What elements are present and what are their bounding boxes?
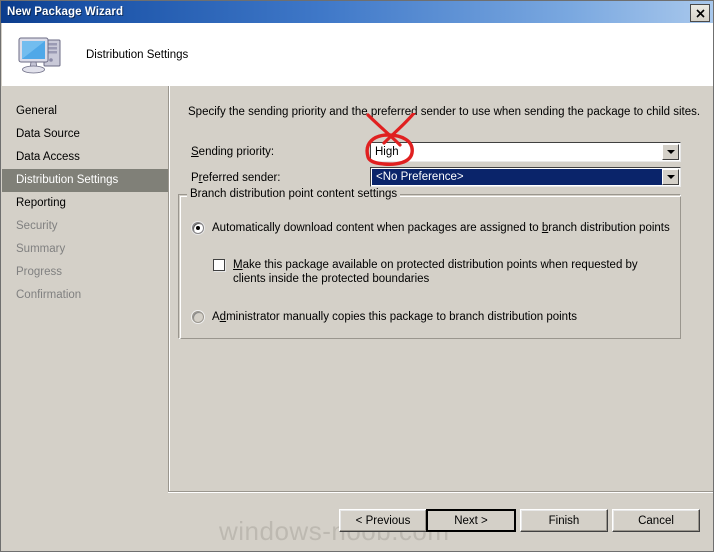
sending-priority-dropdown[interactable]: High xyxy=(370,142,681,162)
opt-protected-accel: M xyxy=(233,259,243,271)
radio-auto-download[interactable] xyxy=(192,222,204,234)
opt-manual-post: ministrator manually copies this package… xyxy=(226,311,578,323)
next-button[interactable]: Next > xyxy=(426,509,516,532)
title-bar: New Package Wizard xyxy=(1,1,713,23)
main-panel: Specify the sending priority and the pre… xyxy=(171,86,713,489)
sending-priority-label-rest: ending priority: xyxy=(198,146,275,158)
checkbox-protected-dp[interactable] xyxy=(213,259,225,271)
previous-button[interactable]: < Previous xyxy=(339,509,427,532)
wizard-footer: < Previous Next > Finish Cancel xyxy=(168,493,713,551)
chevron-down-glyph xyxy=(666,150,675,154)
option-auto-download[interactable]: Automatically download content when pack… xyxy=(192,221,670,235)
preferred-sender-dropdown[interactable]: <No Preference> xyxy=(370,167,681,187)
wizard-sidebar: General Data Source Data Access Distribu… xyxy=(2,86,168,551)
opt-auto-post: ranch distribution points xyxy=(548,222,670,234)
branch-distribution-groupbox: Branch distribution point content settin… xyxy=(178,188,681,339)
sending-priority-accel: S xyxy=(191,146,199,158)
option-auto-download-label: Automatically download content when pack… xyxy=(212,221,670,235)
preferred-sender-label-pre: P xyxy=(191,172,199,184)
option-manual-copy[interactable]: Administrator manually copies this packa… xyxy=(192,310,577,324)
preferred-sender-value: <No Preference> xyxy=(372,169,662,185)
opt-manual-pre: A xyxy=(212,311,220,323)
finish-button[interactable]: Finish xyxy=(520,509,608,532)
chevron-down-icon[interactable] xyxy=(662,169,679,185)
chevron-down-icon[interactable] xyxy=(662,144,679,160)
sidebar-item-progress: Progress xyxy=(16,266,63,278)
sidebar-steps-list: General Data Source Data Access Distribu… xyxy=(2,86,168,307)
sending-priority-value: High xyxy=(375,146,399,158)
preferred-sender-label-rest: eferred sender: xyxy=(202,172,281,184)
sidebar-item-reporting[interactable]: Reporting xyxy=(2,192,168,215)
option-manual-copy-label: Administrator manually copies this packa… xyxy=(212,310,577,324)
opt-protected-text: ake this package available on protected … xyxy=(233,259,638,285)
wizard-header: Distribution Settings xyxy=(2,23,713,86)
preferred-sender-label: Preferred sender: xyxy=(191,172,281,184)
instruction-text: Specify the sending priority and the pre… xyxy=(188,106,701,118)
sidebar-item-distribution-settings[interactable]: Distribution Settings xyxy=(2,169,168,192)
sidebar-item-data-source[interactable]: Data Source xyxy=(2,123,168,146)
cancel-button[interactable]: Cancel xyxy=(612,509,700,532)
sidebar-item-general[interactable]: General xyxy=(2,100,168,123)
groupbox-legend: Branch distribution point content settin… xyxy=(187,188,401,200)
opt-auto-pre: Automatically download content when pack… xyxy=(212,222,542,234)
close-icon[interactable] xyxy=(690,4,710,22)
option-protected-dp[interactable]: Make this package available on protected… xyxy=(213,258,665,286)
sidebar-item-summary: Summary xyxy=(16,243,66,255)
radio-manual-copy[interactable] xyxy=(192,311,204,323)
window-title: New Package Wizard xyxy=(7,6,124,18)
page-title: Distribution Settings xyxy=(86,48,189,61)
option-protected-dp-label: Make this package available on protected… xyxy=(233,258,665,286)
sidebar-item-security: Security xyxy=(16,220,58,232)
close-x-glyph xyxy=(695,8,705,18)
sidebar-divider xyxy=(168,86,170,491)
sidebar-item-confirmation: Confirmation xyxy=(16,289,82,301)
wizard-window: New Package Wizard Distribution Settings… xyxy=(0,0,714,552)
chevron-down-glyph xyxy=(666,175,675,179)
computer-icon xyxy=(14,32,68,78)
sending-priority-label: Sending priority: xyxy=(191,146,274,158)
sidebar-item-data-access[interactable]: Data Access xyxy=(2,146,168,169)
